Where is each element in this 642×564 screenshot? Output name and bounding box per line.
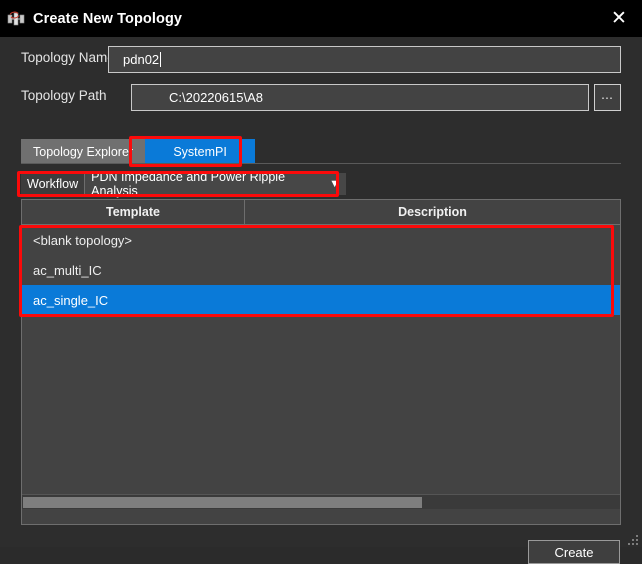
column-header-description[interactable]: Description (245, 200, 620, 224)
workflow-label: Workflow (21, 173, 85, 195)
create-button[interactable]: Create (528, 540, 620, 564)
table-row[interactable]: ac_single_IC (22, 285, 620, 315)
horizontal-scrollbar[interactable] (22, 494, 620, 509)
browse-button[interactable]: ⋯ (594, 84, 621, 111)
horizontal-scrollbar-thumb[interactable] (23, 497, 422, 508)
topology-path-label: Topology Path (21, 88, 107, 103)
topology-path-row: Topology Path (21, 88, 107, 103)
tab-underline (21, 163, 621, 164)
topology-name-label: Topology Name (21, 50, 115, 65)
topology-path-value: C:\20220615\A8 (169, 90, 263, 105)
resize-grip[interactable] (628, 533, 639, 545)
template-name: <blank topology> (33, 232, 133, 248)
title-bar: Create New Topology ✕ (0, 0, 642, 37)
topology-path-input[interactable]: C:\20220615\A8 (131, 84, 589, 111)
table-header-row: Template Description (22, 200, 620, 225)
topology-name-input[interactable]: pdn02 (108, 46, 621, 73)
window-title: Create New Topology (33, 10, 183, 27)
workflow-row: Workflow PDN Impedance and Power Ripple … (21, 170, 347, 198)
topology-name-value: pdn02 (123, 52, 160, 67)
topology-name-row: Topology Name (21, 50, 115, 65)
table-row[interactable]: <blank topology> (22, 225, 620, 255)
template-name: ac_multi_IC (33, 262, 102, 278)
workflow-dropdown[interactable]: PDN Impedance and Power Ripple Analysis … (84, 170, 347, 198)
topology-icon (7, 10, 25, 28)
template-name: ac_single_IC (33, 292, 109, 308)
tab-topology-explorer[interactable]: Topology Explorer (21, 139, 146, 164)
tab-strip: Topology Explorer SystemPI (21, 139, 621, 164)
workflow-selected-value: PDN Impedance and Power Ripple Analysis (91, 170, 286, 198)
dialog-body: Topology Name pdn02 Topology Path C:\202… (0, 37, 642, 564)
template-table: Template Description <blank topology> ac… (21, 199, 621, 525)
tab-systempi[interactable]: SystemPI (145, 139, 256, 164)
close-icon[interactable]: ✕ (596, 0, 642, 37)
text-caret (160, 52, 162, 67)
chevron-down-icon: ▼ (329, 178, 341, 190)
column-header-template[interactable]: Template (22, 200, 245, 224)
table-body: <blank topology> ac_multi_IC ac_single_I… (22, 225, 620, 509)
table-row[interactable]: ac_multi_IC (22, 255, 620, 285)
